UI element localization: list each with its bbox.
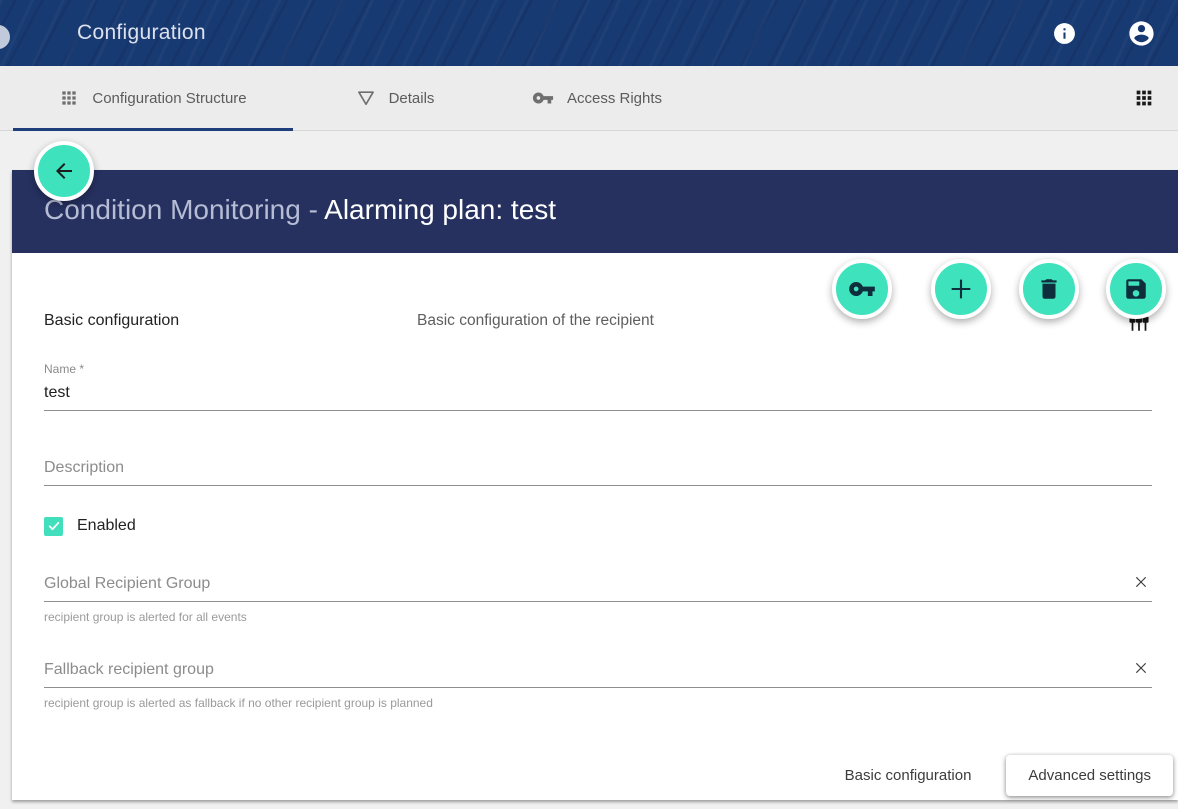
name-label: Name * bbox=[44, 362, 1152, 376]
banner-title: Condition Monitoring - Alarming plan: te… bbox=[12, 170, 1178, 226]
grid-icon bbox=[59, 88, 79, 108]
tab-configuration-structure[interactable]: Configuration Structure bbox=[13, 66, 293, 130]
section-title: Basic configuration bbox=[44, 312, 417, 330]
global-recipient-group-helper: recipient group is alerted for all event… bbox=[44, 610, 1152, 624]
header-actions bbox=[1052, 0, 1156, 66]
page-title: Configuration bbox=[77, 21, 206, 45]
tab-label: Access Rights bbox=[567, 90, 662, 107]
global-recipient-group-field: recipient group is alerted for all event… bbox=[44, 571, 1152, 624]
left-edge-logo bbox=[0, 25, 10, 49]
app-header: Configuration bbox=[0, 0, 1178, 66]
name-input[interactable] bbox=[44, 380, 1152, 411]
enabled-row: Enabled bbox=[44, 516, 1152, 536]
fallback-recipient-group-field: recipient group is alerted as fallback i… bbox=[44, 657, 1152, 710]
tab-label: Details bbox=[389, 90, 435, 107]
footer-actions: Basic configuration Advanced settings bbox=[44, 755, 1173, 796]
enabled-checkbox[interactable] bbox=[44, 517, 63, 536]
enabled-label: Enabled bbox=[77, 517, 136, 535]
form-body: Basic configuration Basic configuration … bbox=[12, 253, 1178, 796]
banner-title-emphasis: Alarming plan: test bbox=[324, 194, 556, 225]
section-subtitle: Basic configuration of the recipient bbox=[417, 312, 654, 330]
triangle-icon bbox=[356, 88, 376, 108]
fallback-recipient-group-input[interactable] bbox=[44, 657, 1152, 688]
tab-bar: Configuration Structure Details Access R… bbox=[0, 66, 1178, 131]
advanced-settings-button[interactable]: Advanced settings bbox=[1006, 755, 1173, 796]
description-input[interactable] bbox=[44, 455, 1152, 486]
tab-details[interactable]: Details bbox=[293, 66, 497, 130]
title-banner: Condition Monitoring - Alarming plan: te… bbox=[12, 170, 1178, 253]
clear-icon[interactable] bbox=[1133, 660, 1149, 676]
name-field: Name * bbox=[44, 362, 1152, 411]
add-button[interactable] bbox=[931, 259, 991, 319]
key-icon bbox=[532, 87, 554, 109]
basic-configuration-button[interactable]: Basic configuration bbox=[841, 757, 976, 794]
save-button[interactable] bbox=[1106, 259, 1166, 319]
info-icon[interactable] bbox=[1052, 21, 1077, 46]
account-icon[interactable] bbox=[1127, 19, 1156, 48]
global-recipient-group-input[interactable] bbox=[44, 571, 1152, 602]
tab-label: Configuration Structure bbox=[92, 90, 246, 107]
tab-access-rights[interactable]: Access Rights bbox=[497, 66, 697, 130]
clear-icon[interactable] bbox=[1133, 574, 1149, 590]
delete-button[interactable] bbox=[1019, 259, 1079, 319]
back-button[interactable] bbox=[34, 141, 94, 201]
apps-menu-icon[interactable] bbox=[1133, 87, 1155, 109]
description-field bbox=[44, 455, 1152, 486]
content-area: Condition Monitoring - Alarming plan: te… bbox=[0, 131, 1178, 809]
detail-card: Condition Monitoring - Alarming plan: te… bbox=[12, 170, 1178, 800]
banner-title-prefix: Condition Monitoring - bbox=[44, 194, 324, 225]
fallback-recipient-group-helper: recipient group is alerted as fallback i… bbox=[44, 696, 1152, 710]
access-rights-button[interactable] bbox=[832, 259, 892, 319]
